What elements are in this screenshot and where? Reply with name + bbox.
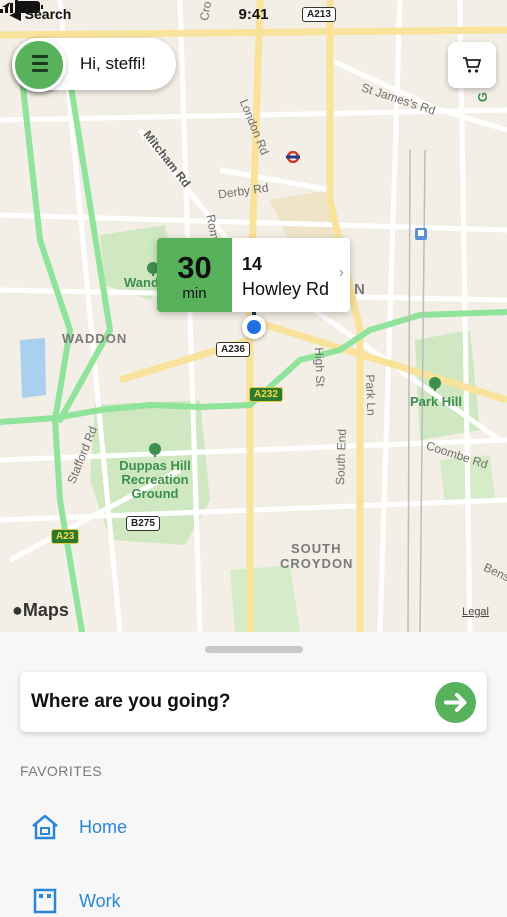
cart-button[interactable] bbox=[448, 42, 496, 88]
travel-time-unit: min bbox=[182, 285, 207, 302]
address-number: 14 bbox=[242, 254, 263, 274]
chevron-right-icon: › bbox=[338, 264, 344, 281]
road-label: High St bbox=[311, 347, 328, 387]
road-shield: A213 bbox=[302, 7, 336, 22]
park-pin-icon bbox=[429, 377, 441, 391]
underground-icon bbox=[286, 151, 300, 163]
park-label: Wand bbox=[124, 275, 159, 290]
arrow-right-icon bbox=[444, 693, 467, 712]
road-shield: A232 bbox=[249, 387, 283, 402]
road-shield: B275 bbox=[126, 516, 160, 531]
bottom-sheet: Where are you going? FAVORITES Home Work bbox=[0, 632, 507, 914]
destination-search[interactable]: Where are you going? bbox=[20, 672, 487, 732]
favorites-heading: FAVORITES bbox=[20, 763, 103, 779]
place-label: SOUTH bbox=[291, 541, 342, 556]
current-location-marker bbox=[242, 315, 266, 339]
sheet-drag-handle[interactable] bbox=[205, 646, 303, 653]
trip-card[interactable]: 30 min 14 Howley Rd › bbox=[157, 238, 350, 312]
favorite-home[interactable]: Home bbox=[30, 813, 230, 843]
cart-icon bbox=[463, 57, 482, 73]
house-icon bbox=[32, 814, 58, 840]
legal-link[interactable]: Legal bbox=[462, 606, 489, 618]
bus-stop-icon bbox=[415, 228, 427, 240]
destination-prompt[interactable]: Where are you going? bbox=[31, 691, 231, 713]
place-label: N bbox=[354, 281, 366, 298]
building-icon bbox=[33, 888, 57, 914]
battery-icon bbox=[2, 1, 43, 13]
park-label: G bbox=[475, 91, 491, 103]
park-label: Duppas Hill Recreation Ground bbox=[119, 458, 191, 501]
park-label: Park Hill bbox=[410, 394, 463, 409]
menu-icon[interactable] bbox=[12, 38, 66, 92]
maps-attribution: ●Maps bbox=[12, 600, 69, 620]
address-street: Howley Rd bbox=[242, 279, 330, 299]
place-label: CROYDON bbox=[280, 556, 354, 571]
map[interactable]: ◀ Search 9:41 Cro Mitcham Rd London Rd D… bbox=[0, 0, 507, 632]
road-label: Park Ln bbox=[362, 374, 379, 416]
status-time: 9:41 bbox=[238, 6, 269, 23]
greeting-text: Hi, steffi! bbox=[80, 54, 146, 73]
apple-logo-icon: ● bbox=[12, 600, 23, 620]
place-label: WADDON bbox=[62, 331, 128, 346]
favorite-work[interactable]: Work bbox=[30, 887, 230, 917]
road-shield: A236 bbox=[216, 342, 250, 357]
favorite-label: Work bbox=[79, 891, 121, 911]
status-bar: ◀ Search 9:41 bbox=[0, 0, 507, 28]
road-label: South End bbox=[333, 428, 349, 486]
road-shield: A23 bbox=[51, 529, 80, 544]
travel-time-box: 30 min bbox=[157, 238, 232, 312]
go-button[interactable] bbox=[435, 682, 476, 723]
favorite-label: Home bbox=[79, 817, 128, 837]
travel-time-value: 30 bbox=[177, 250, 212, 285]
park-pin-icon bbox=[149, 443, 161, 457]
